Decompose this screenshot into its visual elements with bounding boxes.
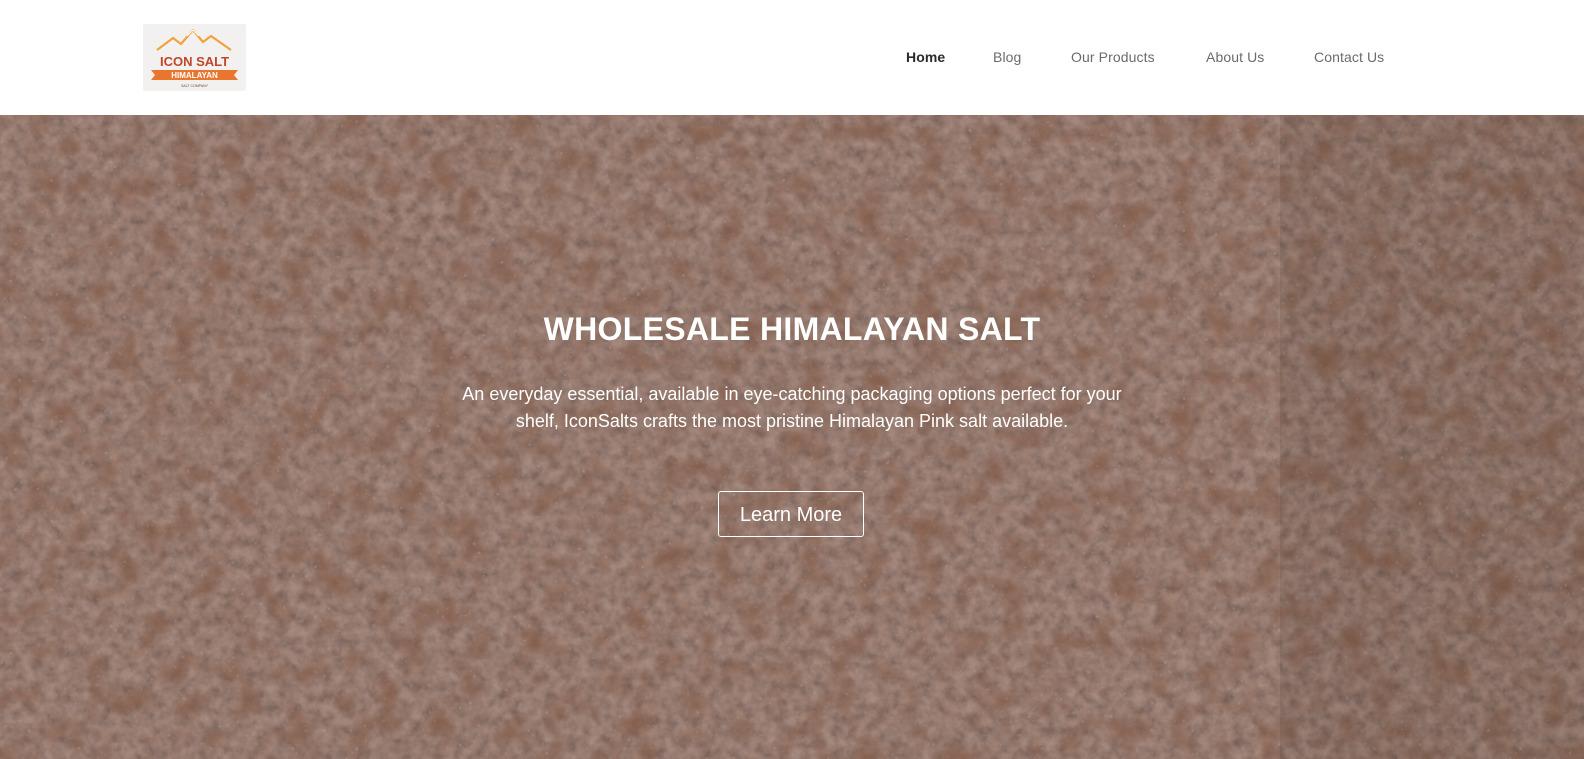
hero-title: WHOLESALE HIMALAYAN SALT [543,311,1041,347]
learn-more-button[interactable]: Learn More [718,491,864,537]
logo-subtitle: HIMALAYAN [171,71,218,80]
hero-content: WHOLESALE HIMALAYAN SALT An everyday ess… [0,115,1584,759]
nav-home-link[interactable]: Home [906,49,945,65]
hero-section: WHOLESALE HIMALAYAN SALT An everyday ess… [0,115,1584,759]
nav-blog-link[interactable]: Blog [993,49,1021,65]
nav-about-us-link[interactable]: About Us [1206,49,1264,65]
logo-tagline: SALT COMPANY [181,84,209,88]
nav-our-products-link[interactable]: Our Products [1071,49,1155,65]
site-header: ICON SALT HIMALAYAN SALT COMPANY Home Bl… [0,0,1584,115]
main-navigation: Home Blog Our Products About Us Contact … [0,49,1584,69]
hero-description: An everyday essential, available in eye-… [462,384,1122,431]
nav-contact-us-link[interactable]: Contact Us [1314,49,1384,65]
